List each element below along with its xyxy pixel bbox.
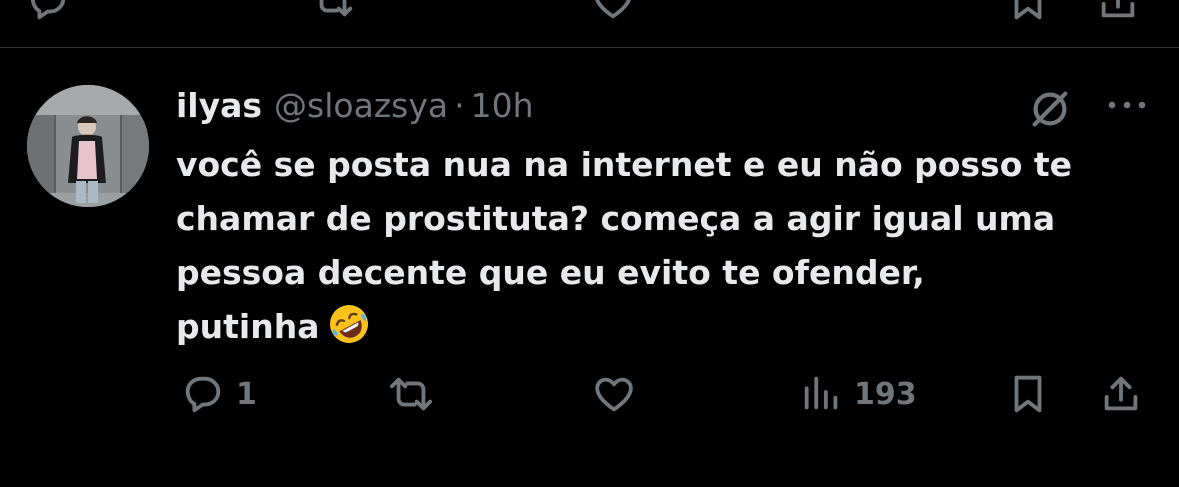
views-count: 193 [854,376,917,412]
more-icon[interactable] [1104,94,1150,116]
tweet-text: você se posta nua na internet e eu não p… [176,138,1166,354]
like-action[interactable] [590,371,638,417]
avatar[interactable] [27,85,149,207]
bookmark-action[interactable] [1005,371,1051,417]
tweet-line: putinha [176,307,320,346]
tweet-divider [0,47,1179,48]
tweet-line: pessoa decente que eu evito te ofender, [176,253,925,292]
grok-icon[interactable] [1027,86,1073,132]
like-icon[interactable] [590,0,636,22]
header-separator: · [454,85,465,125]
display-name[interactable]: ilyas [176,86,262,125]
retweet-icon[interactable] [310,0,356,22]
tweet-line: chamar de prostituta? começa a agir igua… [176,199,1056,238]
share-icon[interactable] [1095,0,1141,22]
reply-count: 1 [236,376,257,412]
views-action[interactable]: 193 [800,371,917,417]
user-handle[interactable]: @sloazsya [274,86,448,125]
like-icon[interactable] [590,371,638,417]
tweet-time[interactable]: 10h [471,86,534,125]
share-action[interactable] [1098,371,1144,417]
retweet-action[interactable] [386,371,436,417]
bookmark-icon[interactable] [1005,0,1051,22]
tweet-line: você se posta nua na internet e eu não p… [176,145,1073,184]
tweet-header: ilyas @sloazsya · 10h [176,80,534,130]
reply-action[interactable]: 1 [180,371,257,417]
rolling-on-floor-laughing-emoji [330,305,369,343]
retweet-icon[interactable] [386,371,436,417]
reply-icon[interactable] [25,0,71,22]
share-icon[interactable] [1098,371,1144,417]
reply-icon[interactable] [180,371,226,417]
bookmark-icon[interactable] [1005,371,1051,417]
previous-tweet-actions [0,0,1179,22]
views-icon[interactable] [800,371,844,417]
